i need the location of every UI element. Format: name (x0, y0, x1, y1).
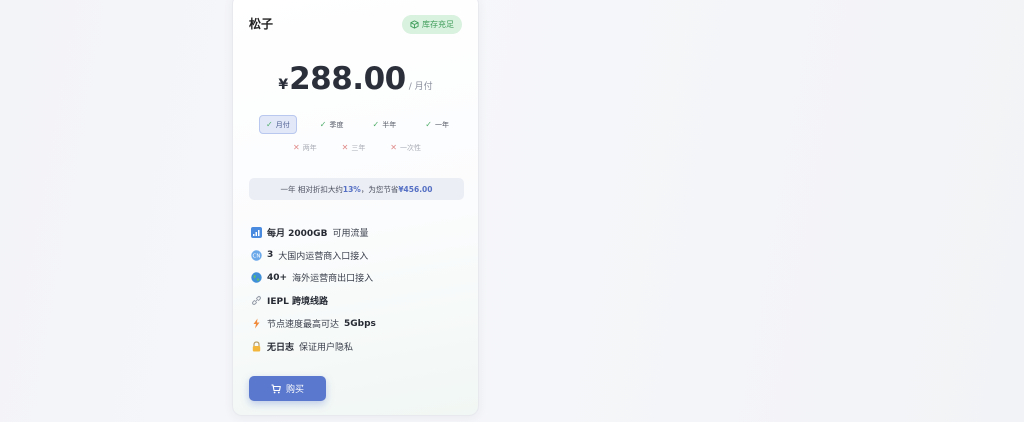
feature-text: 大国内运营商入口接入 (278, 251, 369, 262)
cart-icon (271, 383, 281, 393)
box-icon (410, 20, 419, 29)
plan-card: 松子 库存充足 ¥ 288.00 / 月付 ✓ 月付 ✓ 季度 ✓ 半年 ✓ 一… (232, 0, 479, 416)
price: ¥ 288.00 / 月付 (233, 61, 478, 97)
savings-banner: 一年 相对折扣大约 13% ，为您节省 ¥456.00 (249, 178, 464, 200)
buy-label: 购买 (285, 385, 304, 395)
cycle-label: 一年 (435, 120, 449, 129)
feature-text: 节点速度最高可达 (267, 320, 340, 331)
feature-item: IEPL 跨境线路 (251, 289, 376, 312)
feature-item: 节点速度最高可达 5Gbps (251, 312, 376, 335)
cycle-option-yearly[interactable]: ✓ 一年 (419, 115, 455, 134)
globe-icon (251, 272, 262, 284)
cross-icon: ✕ (390, 143, 397, 152)
savings-prefix: 一年 相对折扣大约 (280, 184, 343, 194)
price-period: / 月付 (408, 82, 433, 92)
feature-list: 每月 2000GB 可用流量 CN 3 大国内运营商入口接入 40+ 海外运营商… (251, 221, 376, 358)
signal-bars-icon (251, 226, 262, 238)
stock-label: 库存充足 (422, 20, 454, 29)
feature-highlight: IEPL 跨境线路 (267, 297, 328, 308)
buy-button[interactable]: 购买 (249, 376, 326, 401)
link-icon (251, 295, 262, 306)
savings-middle: ，为您节省 (360, 184, 399, 194)
cycle-option-one-time: ✕ 一次性 (384, 138, 427, 157)
cycle-label: 一次性 (399, 143, 421, 152)
check-icon: ✓ (425, 120, 432, 129)
cycle-label: 半年 (382, 120, 397, 129)
feature-item: CN 3 大国内运营商入口接入 (251, 244, 376, 267)
check-icon: ✓ (319, 120, 327, 129)
cycle-label: 三年 (351, 143, 366, 152)
cycle-option-monthly[interactable]: ✓ 月付 (259, 115, 297, 134)
cycle-label: 季度 (329, 120, 344, 129)
china-flag-icon: CN (251, 249, 262, 261)
feature-highlight: 每月 2000GB (267, 228, 328, 239)
feature-item: 40+ 海外运营商出口接入 (251, 267, 376, 290)
svg-text:CN: CN (253, 253, 261, 259)
check-icon: ✓ (266, 120, 273, 129)
feature-highlight: 3 (267, 250, 274, 261)
cycle-label: 月付 (275, 120, 290, 129)
currency-symbol: ¥ (278, 77, 289, 93)
savings-amount: ¥456.00 (398, 184, 433, 194)
lock-icon (251, 341, 262, 352)
cycle-label: 两年 (302, 143, 317, 152)
feature-text: 可用流量 (332, 228, 369, 239)
feature-highlight: 无日志 (267, 342, 295, 353)
plan-name: 松子 (249, 17, 274, 31)
cross-icon: ✕ (341, 143, 349, 152)
feature-text: 海外运营商出口接入 (292, 274, 374, 285)
feature-highlight: 40+ (267, 272, 288, 283)
feature-text: 保证用户隐私 (299, 342, 354, 353)
savings-percent: 13% (342, 184, 361, 194)
feature-item: 无日志 保证用户隐私 (251, 335, 376, 358)
feature-item: 每月 2000GB 可用流量 (251, 221, 376, 244)
cycle-option-three-years: ✕ 三年 (336, 138, 372, 157)
cycle-option-half-year[interactable]: ✓ 半年 (367, 115, 403, 134)
unavailable-cycle-options: ✕ 两年 ✕ 三年 ✕ 一次性 (287, 138, 427, 157)
billing-cycle-options: ✓ 月付 ✓ 季度 ✓ 半年 ✓ 一年 (259, 115, 455, 134)
stock-badge: 库存充足 (402, 15, 462, 34)
feature-highlight: 5Gbps (344, 318, 376, 329)
cycle-option-quarterly[interactable]: ✓ 季度 (314, 115, 350, 134)
cycle-option-two-years: ✕ 两年 (287, 138, 323, 157)
price-amount: 288.00 (289, 61, 406, 97)
check-icon: ✓ (372, 120, 380, 129)
lightning-icon (251, 318, 262, 329)
cross-icon: ✕ (293, 143, 300, 152)
